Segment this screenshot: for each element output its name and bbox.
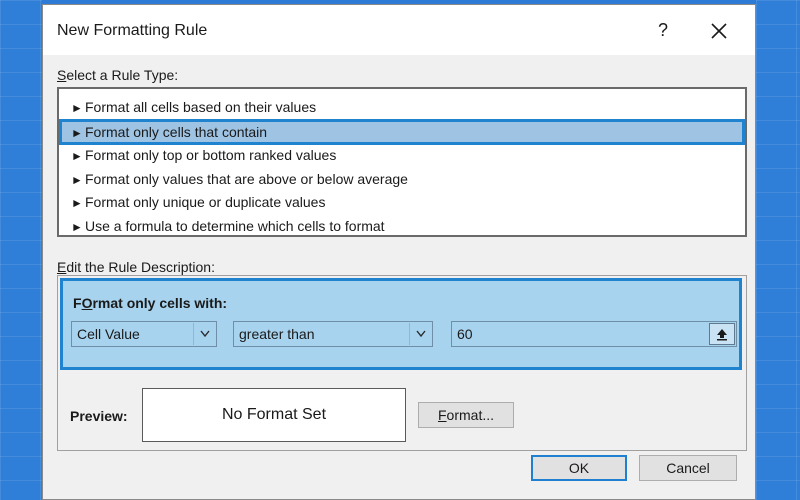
arrow-icon: ►: [71, 126, 83, 140]
rule-type-item-label: Format all cells based on their values: [85, 99, 317, 115]
rule-type-item-selected[interactable]: ► Format only cells that contain: [59, 119, 745, 145]
chevron-down-icon[interactable]: [193, 323, 215, 345]
rule-type-label: Select a Rule Type:: [57, 67, 179, 83]
rule-type-item[interactable]: ► Format only top or bottom ranked values: [61, 144, 743, 166]
arrow-icon: ►: [71, 173, 83, 187]
arrow-icon: ►: [71, 149, 83, 163]
collapse-dialog-button[interactable]: [709, 323, 735, 345]
rule-type-item[interactable]: ► Format all cells based on their values: [61, 96, 743, 118]
new-formatting-rule-dialog: New Formatting Rule ? Select a Rule Type…: [42, 4, 756, 500]
dialog-titlebar: New Formatting Rule ?: [43, 5, 755, 55]
arrow-icon: ►: [71, 196, 83, 210]
preview-label: Preview:: [70, 408, 128, 424]
value-input[interactable]: 60: [451, 321, 737, 347]
arrow-icon: ►: [71, 220, 83, 234]
condition-field-value: Cell Value: [77, 326, 140, 342]
close-icon: [711, 23, 727, 39]
ok-button[interactable]: OK: [531, 455, 627, 481]
value-text: 60: [457, 326, 473, 342]
rule-type-item[interactable]: ► Use a formula to determine which cells …: [61, 215, 743, 237]
rule-description-label: Edit the Rule Description:: [57, 259, 215, 275]
close-button[interactable]: [705, 17, 733, 45]
rule-type-item-label: Use a formula to determine which cells t…: [85, 218, 385, 234]
operator-value: greater than: [239, 326, 315, 342]
format-only-cells-with-label: FOrmat only cells with:: [73, 295, 228, 311]
rule-type-item[interactable]: ► Format only values that are above or be…: [61, 168, 743, 190]
rule-type-item[interactable]: ► Format only unique or duplicate values: [61, 191, 743, 213]
arrow-icon: ►: [71, 101, 83, 115]
rule-type-item-label: Format only values that are above or bel…: [85, 171, 408, 187]
spreadsheet-background-right: [756, 0, 800, 500]
help-button[interactable]: ?: [651, 17, 675, 43]
operator-dropdown[interactable]: greater than: [233, 321, 433, 347]
rule-type-item-label: Format only unique or duplicate values: [85, 194, 326, 210]
format-button[interactable]: Format...: [418, 402, 514, 428]
collapse-dialog-icon: [717, 329, 727, 341]
condition-field-dropdown[interactable]: Cell Value: [71, 321, 217, 347]
rule-type-item-label: Format only top or bottom ranked values: [85, 147, 337, 163]
format-criteria-area: FOrmat only cells with: Cell Value great…: [60, 278, 742, 370]
rule-description-panel: FOrmat only cells with: Cell Value great…: [57, 275, 747, 451]
dialog-title: New Formatting Rule: [57, 22, 208, 39]
rule-type-list[interactable]: ► Format all cells based on their values …: [57, 87, 747, 237]
cancel-button[interactable]: Cancel: [639, 455, 737, 481]
rule-type-item-label: Format only cells that contain: [85, 124, 268, 140]
preview-box: No Format Set: [142, 388, 406, 442]
chevron-down-icon[interactable]: [409, 323, 431, 345]
spreadsheet-background-left: [0, 0, 42, 500]
